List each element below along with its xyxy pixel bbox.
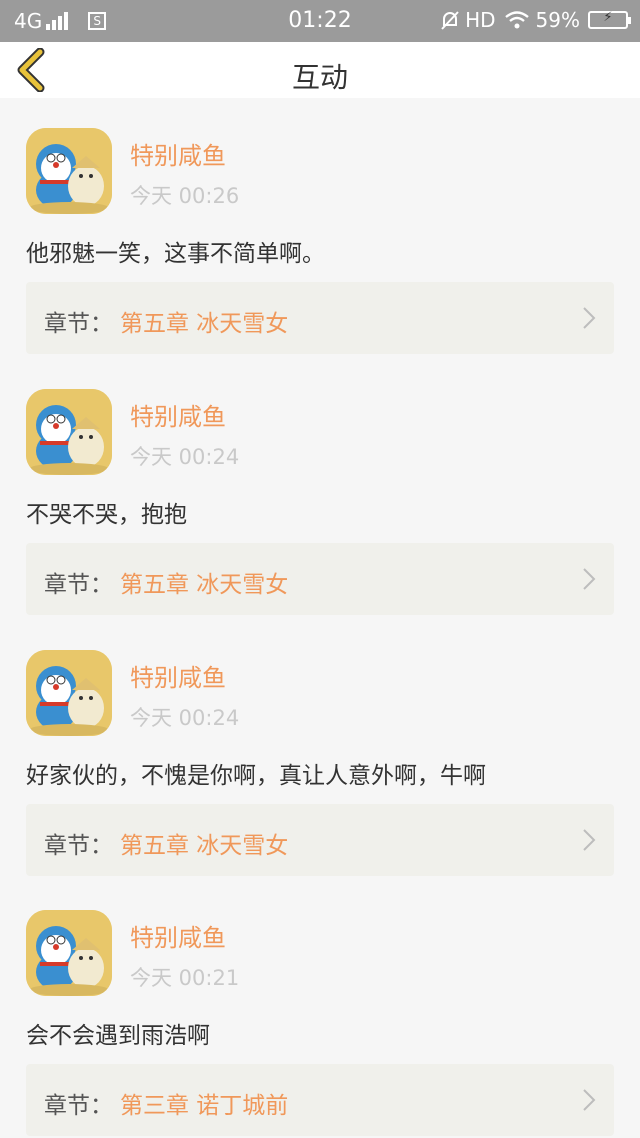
user-name[interactable]: 特别咸鱼 — [130, 918, 226, 953]
chevron-right-icon — [583, 829, 596, 851]
chevron-right-icon — [583, 1089, 596, 1111]
comment-text: 会不会遇到雨浩啊 — [26, 1023, 210, 1049]
user-name[interactable]: 特别咸鱼 — [130, 658, 226, 693]
cartoon-avatar-icon — [26, 650, 112, 736]
chapter-label: 章节： — [44, 572, 113, 598]
cartoon-avatar-icon — [26, 128, 112, 214]
mute-bell-icon — [441, 11, 459, 30]
avatar[interactable] — [26, 128, 112, 214]
list-item: 特别咸鱼 今天 00:24 好家伙的，不愧是你啊，真让人意外啊，牛啊 章节： 第… — [0, 620, 640, 882]
user-name[interactable]: 特别咸鱼 — [130, 397, 226, 432]
comment-time: 今天 00:24 — [130, 445, 240, 469]
page-title: 互动 — [291, 61, 348, 94]
comment-text: 他邪魅一笑，这事不简单啊。 — [26, 241, 325, 267]
hd-indicator: HD — [465, 8, 496, 32]
list-item: 特别咸鱼 今天 00:21 会不会遇到雨浩啊 章节： 第三章 诺丁城前 — [0, 880, 640, 1138]
battery-icon: ⚡ — [588, 10, 631, 29]
wifi-icon — [504, 11, 529, 29]
chapter-link[interactable]: 章节： 第五章 冰天雪女 — [26, 804, 614, 876]
chevron-right-icon — [583, 568, 596, 590]
comment-time: 今天 00:24 — [130, 706, 240, 730]
chapter-link[interactable]: 章节： 第三章 诺丁城前 — [26, 1064, 614, 1136]
chapter-name: 第五章 冰天雪女 — [120, 833, 289, 859]
chapter-label: 章节： — [44, 311, 113, 337]
comment-time: 今天 00:21 — [130, 966, 240, 990]
avatar[interactable] — [26, 910, 112, 996]
battery-percent: 59% — [535, 8, 580, 32]
comment-text: 不哭不哭，抱抱 — [26, 502, 187, 528]
avatar[interactable] — [26, 389, 112, 475]
cartoon-avatar-icon — [26, 389, 112, 475]
chapter-name: 第五章 冰天雪女 — [120, 572, 289, 598]
list-item: 特别咸鱼 今天 00:26 他邪魅一笑，这事不简单啊。 章节： 第五章 冰天雪女 — [0, 98, 640, 360]
chapter-name: 第三章 诺丁城前 — [120, 1093, 289, 1119]
list-item: 特别咸鱼 今天 00:24 不哭不哭，抱抱 章节： 第五章 冰天雪女 — [0, 359, 640, 621]
user-name[interactable]: 特别咸鱼 — [130, 136, 226, 171]
chapter-link[interactable]: 章节： 第五章 冰天雪女 — [26, 543, 614, 615]
avatar[interactable] — [26, 650, 112, 736]
cartoon-avatar-icon — [26, 910, 112, 996]
chapter-label: 章节： — [44, 833, 113, 859]
chevron-right-icon — [583, 307, 596, 329]
comment-text: 好家伙的，不愧是你啊，真让人意外啊，牛啊 — [26, 763, 486, 789]
chapter-label: 章节： — [44, 1093, 113, 1119]
status-right: HD 59% ⚡ — [439, 8, 631, 32]
comment-time: 今天 00:26 — [130, 184, 240, 208]
chapter-link[interactable]: 章节： 第五章 冰天雪女 — [26, 282, 614, 354]
nav-bar: 互动 — [0, 42, 640, 98]
status-bar: 4G S 01:22 HD 59% ⚡ — [0, 0, 640, 42]
chapter-name: 第五章 冰天雪女 — [120, 311, 289, 337]
